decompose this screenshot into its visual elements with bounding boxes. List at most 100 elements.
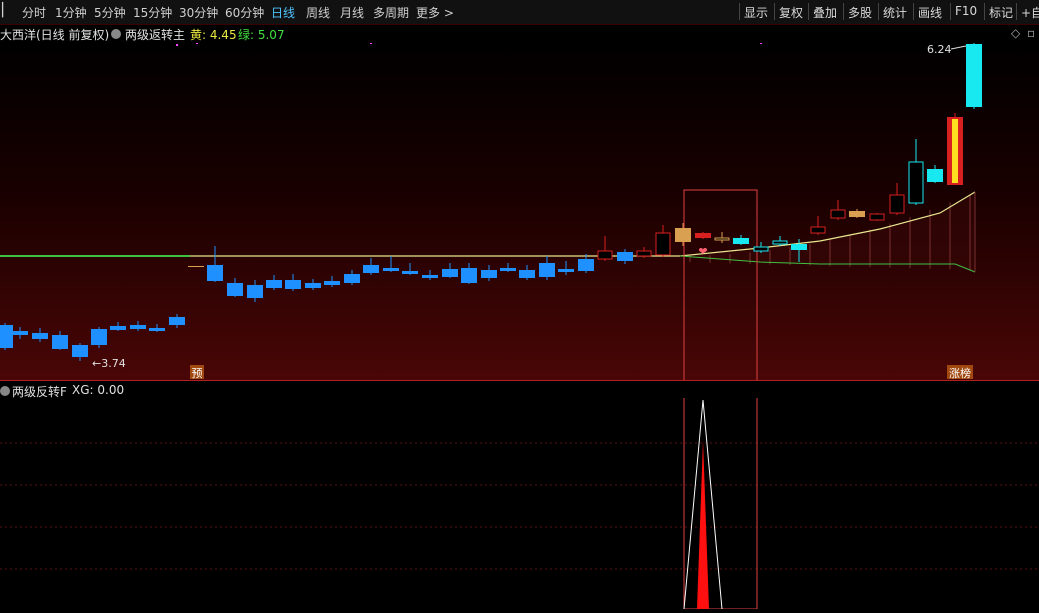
toolbar-separator — [843, 3, 844, 20]
candle-body — [207, 265, 223, 281]
candle-body — [12, 331, 28, 335]
window-restore-icon[interactable]: ▫ — [1027, 26, 1035, 40]
candle-body — [772, 240, 788, 245]
toolbar-button-0[interactable]: 显示 — [744, 4, 768, 21]
main-kline-chart[interactable]: ❤ 6.24 ←3.74 预 涨榜 — [0, 41, 1039, 382]
candle-body — [227, 283, 243, 296]
chart-info-bar: 大西洋(日线 前复权) 两级返转主 黄: 4.45 绿: 5.07 ◇ ▫ — [0, 25, 1039, 42]
candle-body — [285, 280, 301, 289]
candle — [91, 327, 107, 348]
toolbar-button-5[interactable]: 画线 — [918, 4, 942, 21]
toolbar-separator — [808, 3, 809, 20]
candle-body — [597, 250, 613, 260]
toolbar-button-4[interactable]: 统计 — [883, 4, 907, 21]
candle-body — [324, 281, 340, 285]
candle-body — [908, 161, 924, 204]
candle-body — [675, 228, 691, 242]
candle-body — [753, 246, 769, 252]
candle-body — [110, 326, 126, 330]
signal-dot — [196, 42, 198, 44]
period-tab-0[interactable]: 分时 — [22, 4, 46, 21]
candle-body — [52, 335, 68, 349]
indicator-selection-box — [683, 380, 758, 610]
indicator-info-bar: 两级反转F XG: 0.00 — [0, 382, 1039, 399]
candle-body — [714, 237, 730, 241]
candle-body — [500, 268, 516, 271]
candle — [695, 232, 711, 239]
candle-body — [247, 285, 263, 298]
limit-up-core — [952, 119, 958, 183]
candle-body — [72, 345, 88, 357]
signal-dot — [370, 42, 372, 44]
toolbar-button-1[interactable]: 复权 — [779, 4, 803, 21]
period-tab-6[interactable]: 日线 — [271, 4, 295, 21]
candle-body — [32, 333, 48, 339]
period-tab-1[interactable]: 1分钟 — [55, 4, 87, 21]
signal-dot — [176, 44, 178, 46]
period-toolbar: ▏ 分时 1分钟 5分钟 15分钟 30分钟 60分钟 日线 周线 月线 多周期 更多 > 显示 复权… — [0, 0, 1039, 25]
period-tab-8[interactable]: 月线 — [340, 4, 364, 21]
low-price-label: ←3.74 — [92, 357, 126, 370]
candle-body — [149, 328, 165, 331]
candle-body — [810, 226, 826, 234]
yellow-line-value: 黄: 4.45 — [190, 28, 237, 42]
candle — [0, 323, 13, 350]
candle-body — [519, 270, 535, 278]
candle-body — [169, 317, 185, 325]
candle-body — [733, 238, 749, 244]
toolbar-button-6[interactable]: F10 — [955, 4, 977, 18]
indicator-panel[interactable] — [0, 380, 1039, 610]
candle-body — [422, 275, 438, 278]
candle-body — [461, 268, 477, 283]
period-tab-10[interactable]: 更多 > — [416, 4, 454, 21]
main-indicator-name[interactable]: 两级返转主 — [125, 26, 185, 43]
candle-body — [927, 169, 943, 182]
toolbar-button-3[interactable]: 多股 — [848, 4, 872, 21]
high-price-label: 6.24 — [927, 43, 952, 56]
toolbar-button-7[interactable]: 标记 — [989, 4, 1013, 21]
pre-marker: 预 — [192, 367, 203, 380]
xg-value: XG: 0.00 — [72, 383, 125, 397]
toolbar-separator — [878, 3, 879, 20]
candle-body — [791, 244, 807, 250]
period-tab-3[interactable]: 15分钟 — [133, 4, 172, 21]
candle-body — [0, 325, 13, 348]
candle-body — [849, 211, 865, 217]
candle-body — [344, 274, 360, 283]
stock-title: 大西洋(日线 前复权) — [0, 28, 110, 42]
toolbar-button-2[interactable]: 叠加 — [813, 4, 837, 21]
toolbar-separator — [1016, 3, 1017, 20]
toolbar-separator — [913, 3, 914, 20]
candle-body — [869, 213, 885, 221]
period-tab-9[interactable]: 多周期 — [373, 4, 409, 21]
candle-body — [363, 265, 379, 273]
period-tab-7[interactable]: 周线 — [306, 4, 330, 21]
candle-body — [578, 259, 594, 271]
heart-signal-icon: ❤ — [698, 245, 707, 258]
candle — [947, 113, 963, 185]
candle-body — [383, 268, 399, 271]
candle-body — [830, 209, 846, 219]
candle-body — [402, 271, 418, 274]
toolbar-separator — [984, 3, 985, 20]
kline-svg: ❤ 6.24 ←3.74 预 涨榜 — [0, 41, 1039, 382]
indicator-svg — [0, 380, 1039, 610]
toolbar-separator — [739, 3, 740, 20]
candle — [966, 41, 982, 109]
period-tab-2[interactable]: 5分钟 — [94, 4, 126, 21]
candle-body — [695, 233, 711, 238]
signal-spike-fill — [697, 440, 709, 609]
period-tab-4[interactable]: 30分钟 — [179, 4, 218, 21]
candle-body — [188, 266, 204, 267]
diamond-icon[interactable]: ◇ — [1011, 26, 1020, 40]
limit-up-marker: 涨榜 — [949, 366, 971, 380]
candle-body — [305, 283, 321, 288]
candle-body — [442, 269, 458, 277]
toolbar-grip-icon: ▏ — [2, 3, 12, 18]
candle-body — [889, 194, 905, 214]
candle-body — [655, 232, 671, 256]
candle-body — [266, 280, 282, 288]
toolbar-button-8[interactable]: +自 — [1021, 4, 1039, 21]
candle-body — [130, 325, 146, 329]
period-tab-5[interactable]: 60分钟 — [225, 4, 264, 21]
